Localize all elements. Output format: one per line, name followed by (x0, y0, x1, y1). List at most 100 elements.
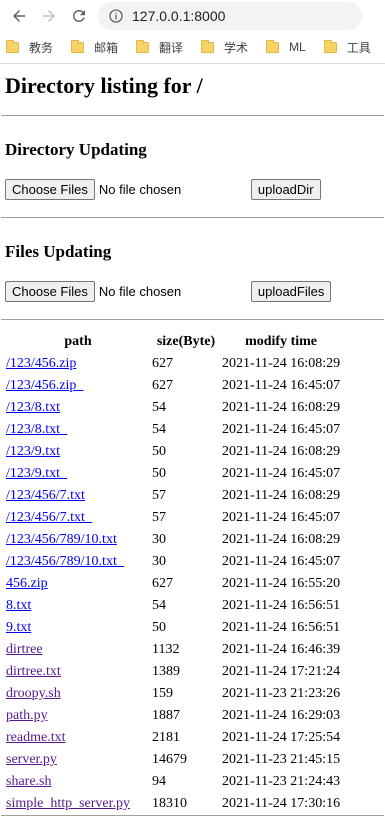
folder-icon (71, 39, 85, 53)
modify-time-cell: 2021-11-24 16:08:29 (222, 532, 341, 547)
directory-upload-form: Choose Files No file chosen uploadDir (5, 178, 380, 200)
modify-time-cell: 2021-11-24 16:08:29 (222, 488, 341, 503)
folder-icon (136, 39, 150, 53)
forward-button[interactable] (34, 2, 64, 30)
file-link[interactable]: dirtree.txt (6, 664, 61, 679)
bookmark-folder[interactable]: 教务 (6, 39, 53, 56)
back-button[interactable] (4, 2, 34, 30)
page-content: Directory listing for / Directory Updati… (0, 73, 385, 816)
no-file-chosen-text: No file chosen (98, 181, 182, 197)
table-row: /123/9.txt 50 2021-11-24 16:08:29 (5, 441, 341, 463)
bookmark-label: 翻译 (159, 40, 184, 55)
path-cell: 8.txt (5, 595, 151, 617)
table-row: /123/456.zip 627 2021-11-24 16:08:29 (5, 353, 341, 375)
folder-icon (323, 39, 337, 53)
path-cell: /123/456/789/10.txt (5, 529, 151, 551)
file-link[interactable]: 456.zip (6, 576, 48, 591)
file-link[interactable]: /123/456.zip (6, 356, 76, 371)
size-cell: 2181 (152, 730, 180, 745)
table-row: dirtree 1132 2021-11-24 16:46:39 (5, 639, 341, 661)
table-header-row: path size(Byte) modify time (5, 331, 341, 353)
bookmark-folder[interactable]: ML (266, 39, 306, 54)
bookmark-label: ML (289, 40, 306, 54)
folder-icon (266, 39, 280, 53)
size-cell: 159 (152, 686, 173, 701)
file-link[interactable]: /123/456/7.txt (6, 488, 85, 503)
file-link[interactable]: /123/456/7.txt_ (6, 510, 92, 525)
page-title: Directory listing for / (5, 73, 203, 98)
file-link[interactable]: /123/456/789/10.txt_ (6, 554, 124, 569)
back-arrow-icon (13, 9, 25, 22)
path-cell: dirtree (5, 639, 151, 661)
file-link[interactable]: /123/456.zip_ (6, 378, 83, 393)
modify-time-cell: 2021-11-24 17:21:24 (222, 664, 341, 679)
files-updating-heading: Files Updating (5, 242, 112, 261)
divider (1, 217, 384, 218)
file-link[interactable]: dirtree (6, 642, 43, 657)
upload-dir-button[interactable]: uploadDir (250, 178, 321, 200)
bookmark-folder[interactable]: 学术 (201, 39, 248, 56)
upload-files-button[interactable]: uploadFiles (250, 280, 332, 302)
size-cell: 57 (152, 488, 166, 503)
file-link[interactable]: simple_http_server.py (6, 796, 130, 811)
modify-time-cell: 2021-11-24 16:45:07 (222, 510, 341, 525)
file-link[interactable]: server.py (6, 752, 57, 767)
table-row: /123/9.txt_ 50 2021-11-24 16:45:07 (5, 463, 341, 485)
modify-time-cell: 2021-11-24 16:45:07 (222, 554, 341, 569)
file-link[interactable]: /123/456/789/10.txt (6, 532, 117, 547)
bookmark-folder[interactable]: 邮箱 (71, 39, 118, 56)
path-cell: 456.zip (5, 573, 151, 595)
path-header: path (64, 334, 92, 349)
path-cell: server.py (5, 749, 151, 771)
size-cell: 54 (152, 598, 166, 613)
path-cell: /123/456/7.txt_ (5, 507, 151, 529)
bookmark-folder[interactable]: 工具 (323, 39, 371, 56)
table-row: 8.txt 54 2021-11-24 16:56:51 (5, 595, 341, 617)
file-table: path size(Byte) modify time /123/456.zip… (5, 331, 341, 815)
table-row: /123/456/789/10.txt 30 2021-11-24 16:08:29 (5, 529, 341, 551)
path-cell: 9.txt (5, 617, 151, 639)
reload-button[interactable] (64, 2, 94, 30)
file-link[interactable]: share.sh (6, 774, 52, 789)
choose-directory-button[interactable]: Choose Files (5, 178, 95, 200)
divider (1, 319, 384, 320)
modify-time-cell: 2021-11-24 16:08:29 (222, 444, 341, 459)
size-cell: 30 (152, 554, 166, 569)
choose-files-button[interactable]: Choose Files (5, 280, 95, 302)
modify-time-cell: 2021-11-24 16:45:07 (222, 422, 341, 437)
bookmarks-bar: 教务 邮箱 翻译 学术 ML 工具 (0, 31, 385, 63)
file-link[interactable]: 9.txt (6, 620, 31, 635)
modify-time-cell: 2021-11-24 16:46:39 (222, 642, 341, 657)
url-text: 127.0.0.1:8000 (132, 7, 226, 24)
folder-icon (201, 39, 215, 53)
file-link[interactable]: /123/8.txt_ (6, 422, 67, 437)
file-link[interactable]: /123/9.txt_ (6, 466, 67, 481)
size-cell: 54 (152, 400, 166, 415)
file-link[interactable]: readme.txt (6, 730, 65, 745)
file-link[interactable]: /123/9.txt (6, 444, 60, 459)
no-file-chosen-text: No file chosen (98, 283, 182, 299)
table-row: dirtree.txt 1389 2021-11-24 17:21:24 (5, 661, 341, 683)
table-row: simple_http_server.py 18310 2021-11-24 17:… (5, 793, 341, 815)
table-row: readme.txt 2181 2021-11-24 17:25:54 (5, 727, 341, 749)
modify-time-cell: 2021-11-24 16:08:29 (222, 400, 341, 415)
file-link[interactable]: 8.txt (6, 598, 31, 613)
path-cell: /123/8.txt (5, 397, 151, 419)
modify-time-cell: 2021-11-23 21:23:26 (222, 686, 341, 701)
bookmark-label: 工具 (346, 40, 371, 55)
modify-time-cell: 2021-11-24 16:45:07 (222, 466, 341, 481)
table-row: droopy.sh 159 2021-11-23 21:23:26 (5, 683, 341, 705)
folder-icon (6, 39, 19, 53)
bookmark-folder[interactable]: 翻译 (136, 39, 183, 56)
table-row: server.py 14679 2021-11-23 21:45:15 (5, 749, 341, 771)
browser-chrome: 127.0.0.1:8000 教务 邮箱 翻译 学术 ML 工具 (0, 0, 385, 64)
size-cell: 94 (152, 774, 166, 789)
table-row: 456.zip 627 2021-11-24 16:55:20 (5, 573, 341, 595)
modify-time-cell: 2021-11-24 16:56:51 (222, 598, 341, 613)
file-link[interactable]: path.py (6, 708, 48, 723)
file-link[interactable]: droopy.sh (6, 686, 61, 701)
path-cell: /123/9.txt_ (5, 463, 151, 485)
table-row: share.sh 94 2021-11-23 21:24:43 (5, 771, 341, 793)
file-link[interactable]: /123/8.txt (6, 400, 60, 415)
address-bar[interactable]: 127.0.0.1:8000 (98, 1, 362, 30)
